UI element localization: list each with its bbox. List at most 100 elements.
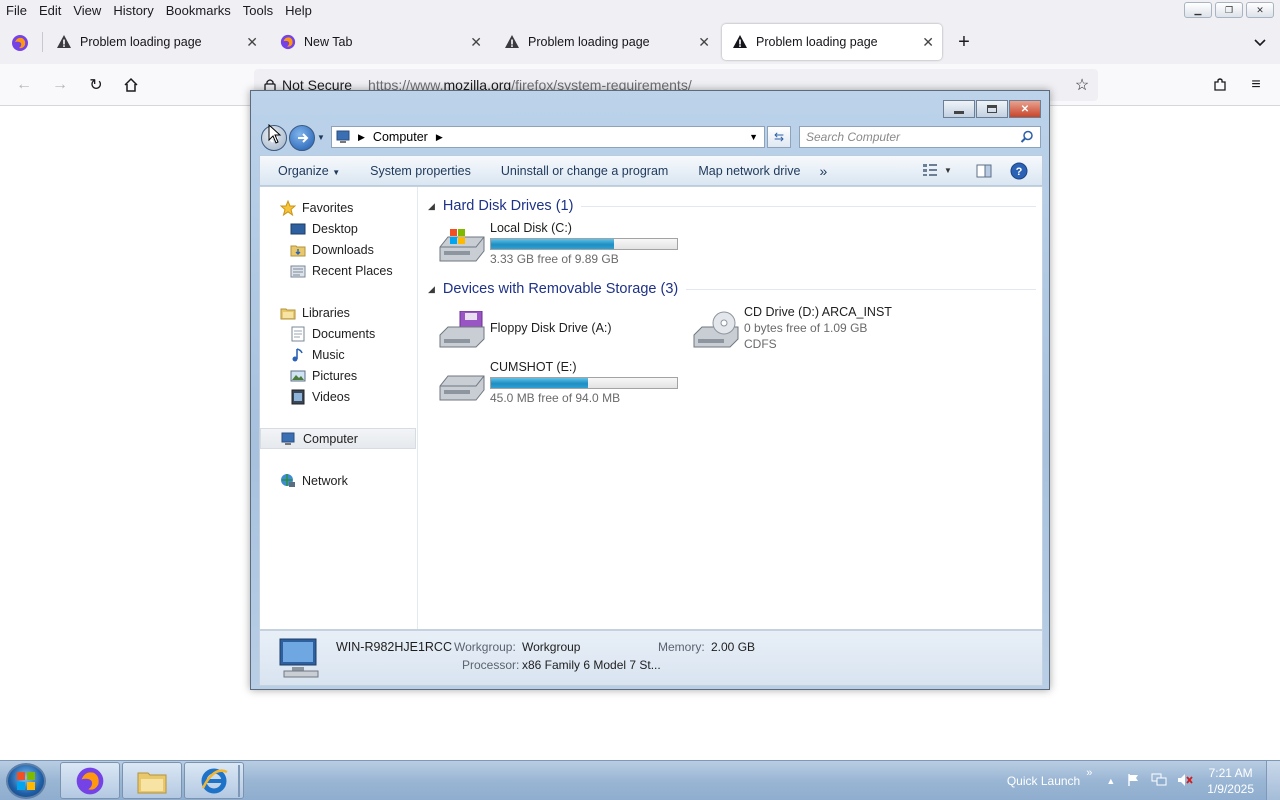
menu-history[interactable]: History xyxy=(107,3,159,18)
minimize-button[interactable]: ▁ xyxy=(1184,2,1212,18)
explorer-refresh-button[interactable]: ⇆ xyxy=(767,126,791,148)
group-removable-storage[interactable]: ◢ Devices with Removable Storage (3) xyxy=(428,279,1036,299)
tab-problem-2[interactable]: Problem loading page ✕ xyxy=(494,24,718,60)
nav-music[interactable]: Music xyxy=(260,344,416,365)
processor-label: Processor: xyxy=(462,658,520,672)
explorer-minimize-button[interactable] xyxy=(943,100,975,118)
system-properties-button[interactable]: System properties xyxy=(355,164,486,178)
desktop-icon xyxy=(290,221,306,237)
menu-edit[interactable]: Edit xyxy=(33,3,67,18)
nav-computer[interactable]: Computer xyxy=(260,428,416,449)
tab-problem-3-active[interactable]: Problem loading page ✕ xyxy=(722,24,942,60)
show-hidden-icons-icon[interactable]: ▲ xyxy=(1106,776,1115,786)
nav-favorites[interactable]: Favorites xyxy=(260,197,416,218)
drive-c-usage-bar xyxy=(490,238,678,250)
collapse-triangle-icon[interactable]: ◢ xyxy=(428,201,435,212)
removable-drive-icon xyxy=(438,366,486,404)
nav-documents[interactable]: Documents xyxy=(260,323,416,344)
forward-arrow-icon[interactable]: → xyxy=(50,75,70,95)
change-view-button[interactable]: ▼ xyxy=(922,163,952,177)
firefox-icon xyxy=(12,35,28,51)
restore-button[interactable]: ❐ xyxy=(1215,2,1243,18)
explorer-command-bar: Organize ▼ System properties Uninstall o… xyxy=(259,155,1043,186)
help-button[interactable]: ? xyxy=(1010,162,1028,183)
tab-close-icon[interactable]: ✕ xyxy=(698,34,710,51)
drive-e[interactable]: CUMSHOT (E:) 45.0 MB free of 94.0 MB xyxy=(438,358,688,410)
nav-pictures[interactable]: Pictures xyxy=(260,365,416,386)
nav-recent-places[interactable]: Recent Places xyxy=(260,260,416,281)
menu-file[interactable]: File xyxy=(0,3,33,18)
close-button[interactable]: ✕ xyxy=(1246,2,1274,18)
taskbar-separator xyxy=(238,765,240,797)
quick-launch-label[interactable]: Quick Launch xyxy=(1007,774,1080,788)
start-button[interactable] xyxy=(6,763,46,799)
tab-strip: Problem loading page ✕ New Tab ✕ Problem… xyxy=(0,20,1280,64)
drive-c-free-text: 3.33 GB free of 9.89 GB xyxy=(490,252,619,266)
list-all-tabs-chevron-icon[interactable] xyxy=(1250,32,1270,52)
taskbar-internet-explorer[interactable] xyxy=(184,762,244,799)
breadcrumb-chevron-icon[interactable]: ▶ xyxy=(436,132,443,143)
bookmark-star-icon[interactable]: ☆ xyxy=(1072,75,1092,95)
drive-a[interactable]: Floppy Disk Drive (A:) xyxy=(438,303,688,355)
address-bar[interactable]: ▶ Computer ▶ ▼ xyxy=(331,126,765,148)
back-arrow-icon[interactable]: ← xyxy=(14,75,34,95)
show-desktop-button[interactable] xyxy=(1266,761,1280,800)
tab-new[interactable]: New Tab ✕ xyxy=(270,24,490,60)
tab-close-icon[interactable]: ✕ xyxy=(470,34,482,51)
tab-problem-1[interactable]: Problem loading page ✕ xyxy=(46,24,266,60)
explorer-forward-button[interactable] xyxy=(289,125,315,151)
home-icon[interactable] xyxy=(121,75,141,95)
recent-pages-dropdown-icon[interactable]: ▼ xyxy=(317,133,325,142)
drive-d[interactable]: CD Drive (D:) ARCA_INST 0 bytes free of … xyxy=(692,303,942,355)
address-dropdown-icon[interactable]: ▼ xyxy=(749,132,758,142)
drive-d-name: CD Drive (D:) ARCA_INST xyxy=(744,305,892,319)
taskbar-firefox[interactable] xyxy=(60,762,120,799)
tab-close-icon[interactable]: ✕ xyxy=(922,34,934,51)
clock[interactable]: 7:21 AM 1/9/2025 xyxy=(1207,765,1254,797)
downloads-folder-icon xyxy=(290,242,306,258)
drive-c[interactable]: Local Disk (C:) 3.33 GB free of 9.89 GB xyxy=(438,219,688,271)
menu-tools[interactable]: Tools xyxy=(237,3,279,18)
workgroup-label: Workgroup: xyxy=(454,640,516,654)
more-commands-button[interactable]: » xyxy=(815,163,831,179)
pictures-icon xyxy=(290,368,306,384)
tab-close-icon[interactable]: ✕ xyxy=(246,34,258,51)
uninstall-program-button[interactable]: Uninstall or change a program xyxy=(486,164,683,178)
clock-date: 1/9/2025 xyxy=(1207,782,1254,796)
breadcrumb-chevron-icon[interactable]: ▶ xyxy=(358,132,365,143)
explorer-close-button[interactable]: ✕ xyxy=(1009,100,1041,118)
nav-videos[interactable]: Videos xyxy=(260,386,416,407)
action-center-flag-icon[interactable] xyxy=(1127,773,1141,790)
new-tab-plus-icon[interactable]: + xyxy=(954,31,974,53)
preview-pane-button[interactable] xyxy=(976,163,992,182)
menu-view[interactable]: View xyxy=(67,3,107,18)
menu-help[interactable]: Help xyxy=(279,3,318,18)
map-network-drive-button[interactable]: Map network drive xyxy=(683,164,815,178)
group-hard-disk-drives[interactable]: ◢ Hard Disk Drives (1) xyxy=(428,196,1036,216)
folder-icon xyxy=(137,772,167,793)
view-options-icon xyxy=(923,164,937,176)
explorer-maximize-button[interactable] xyxy=(976,100,1008,118)
search-input[interactable]: Search Computer xyxy=(799,126,1041,148)
breadcrumb-computer[interactable]: Computer xyxy=(373,130,428,144)
taskbar-explorer[interactable] xyxy=(122,762,182,799)
network-tray-icon[interactable] xyxy=(1151,773,1167,790)
collapse-triangle-icon[interactable]: ◢ xyxy=(428,284,435,295)
hamburger-menu-icon[interactable]: ≡ xyxy=(1246,75,1266,95)
internet-explorer-icon xyxy=(201,768,228,793)
firefox-view-button[interactable] xyxy=(10,33,30,53)
details-pane: WIN-R982HJE1RCC Workgroup: Workgroup Mem… xyxy=(259,630,1043,686)
search-icon[interactable] xyxy=(1020,130,1034,147)
organize-button[interactable]: Organize ▼ xyxy=(260,164,355,178)
nav-libraries[interactable]: Libraries xyxy=(260,302,416,323)
nav-desktop[interactable]: Desktop xyxy=(260,218,416,239)
quick-launch-expand-icon[interactable]: » xyxy=(1086,767,1092,779)
menu-bookmarks[interactable]: Bookmarks xyxy=(160,3,237,18)
extensions-icon[interactable] xyxy=(1210,75,1230,95)
volume-muted-icon[interactable] xyxy=(1177,773,1193,790)
reload-icon[interactable]: ↻ xyxy=(86,75,106,95)
cd-drive-icon xyxy=(692,311,740,349)
nav-network[interactable]: Network xyxy=(260,470,416,491)
warning-icon xyxy=(56,34,72,50)
nav-downloads[interactable]: Downloads xyxy=(260,239,416,260)
